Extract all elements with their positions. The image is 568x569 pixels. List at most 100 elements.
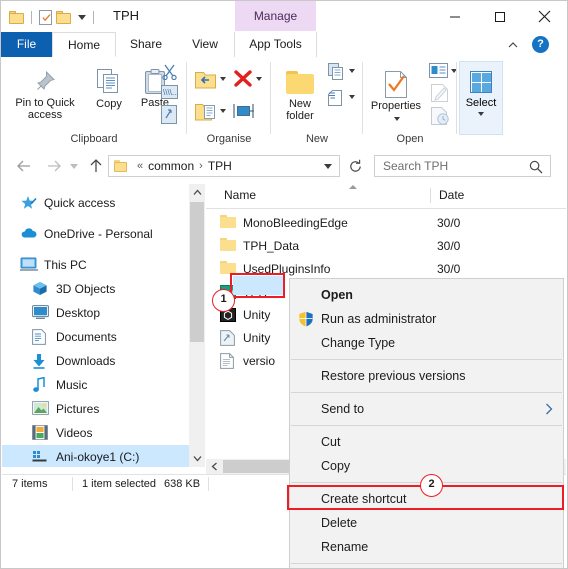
move-to-button[interactable] <box>195 69 217 92</box>
refresh-icon[interactable] <box>344 155 366 177</box>
column-divider[interactable] <box>430 188 431 203</box>
breadcrumb-chevron-down-icon[interactable] <box>324 164 332 169</box>
svg-text:\\\\...: \\\\... <box>163 88 178 97</box>
file-row-monobleedingedge[interactable]: MonoBleedingEdge 30/0 <box>206 212 566 234</box>
breadcrumb-item-common[interactable]: common <box>148 159 194 173</box>
easy-access-icon[interactable] <box>328 89 346 110</box>
easy-access-chevron-down-icon[interactable] <box>349 95 355 99</box>
scroll-left-icon[interactable] <box>206 459 222 474</box>
column-header-name[interactable]: Name <box>224 188 256 202</box>
tab-app-tools[interactable]: App Tools <box>234 32 317 57</box>
navigation-scrollbar[interactable] <box>189 184 205 467</box>
copy-button[interactable]: Copy <box>87 69 131 110</box>
folder-icon[interactable] <box>9 10 24 24</box>
navigation-scrollbar-thumb[interactable] <box>190 202 204 342</box>
tab-home[interactable]: Home <box>52 32 116 57</box>
pin-to-quick-access-button[interactable]: Pin to Quick access <box>7 69 83 121</box>
star-pin-icon <box>20 195 38 211</box>
chevron-down-icon[interactable] <box>78 14 86 20</box>
up-arrow-icon[interactable] <box>85 155 107 177</box>
sidebar-item-desktop[interactable]: Desktop <box>2 301 189 325</box>
sidebar-label: Desktop <box>56 306 101 320</box>
this-pc-icon <box>20 257 38 273</box>
window-controls <box>432 1 567 32</box>
minimize-icon[interactable] <box>432 1 477 32</box>
context-menu-item-restore-previous-versions[interactable]: Restore previous versions <box>290 364 563 388</box>
copy-to-chevron-down-icon[interactable] <box>220 109 226 113</box>
select-label: Select <box>465 97 497 109</box>
context-menu-label: Open <box>321 288 353 302</box>
breadcrumb[interactable]: « common › TPH <box>108 155 340 177</box>
properties-chevron-down-icon[interactable] <box>394 117 400 121</box>
close-icon[interactable] <box>522 1 567 32</box>
breadcrumb-item-tph[interactable]: TPH <box>208 159 232 173</box>
rename-button[interactable] <box>233 102 257 123</box>
sidebar-item-music[interactable]: Music <box>2 373 189 397</box>
context-menu-item-change-type[interactable]: Change Type <box>290 331 563 355</box>
properties-icon <box>384 71 408 98</box>
cut-icon[interactable] <box>161 63 178 83</box>
recent-locations-icon[interactable] <box>67 155 81 177</box>
sidebar-item-local-disk-c[interactable]: Ani-okoye1 (C:) <box>2 445 189 467</box>
divider-2 <box>93 10 94 24</box>
context-menu-item-run-as-administrator[interactable]: Run as administrator <box>290 307 563 331</box>
music-icon <box>32 376 50 393</box>
search-input[interactable]: Search TPH <box>374 155 551 177</box>
file-name: versio <box>243 354 276 368</box>
context-menu-separator <box>291 359 562 360</box>
sidebar-item-onedrive[interactable]: OneDrive - Personal <box>2 222 189 246</box>
file-date: 30/0 <box>437 216 461 230</box>
breadcrumb-overflow[interactable]: « <box>137 160 143 172</box>
copy-path-icon[interactable]: \\\\... <box>161 85 179 102</box>
context-menu-item-cut[interactable]: Cut <box>290 430 563 454</box>
tab-file[interactable]: File <box>1 32 52 57</box>
scroll-down-icon[interactable] <box>189 450 205 467</box>
context-menu-item-open[interactable]: Open <box>290 283 563 307</box>
delete-button[interactable] <box>233 69 253 91</box>
open-icon[interactable] <box>429 63 448 81</box>
context-menu-item-delete[interactable]: Delete <box>290 511 563 535</box>
paste-shortcut-icon[interactable] <box>161 105 177 127</box>
tab-view[interactable]: View <box>176 32 234 57</box>
scroll-up-icon[interactable] <box>189 184 205 201</box>
new-item-chevron-down-icon[interactable] <box>349 69 355 73</box>
shield-icon <box>298 311 314 327</box>
search-icon[interactable] <box>529 160 543 177</box>
sidebar-item-3d-objects[interactable]: 3D Objects <box>2 277 189 301</box>
tab-share[interactable]: Share <box>116 32 176 57</box>
help-icon[interactable]: ? <box>532 36 549 53</box>
collapse-ribbon-icon[interactable] <box>505 37 521 53</box>
back-arrow-icon[interactable] <box>13 155 35 177</box>
sidebar-item-this-pc[interactable]: This PC <box>2 253 189 277</box>
file-name: Unity <box>243 308 271 322</box>
sidebar-item-documents[interactable]: Documents <box>2 325 189 349</box>
new-folder-icon[interactable] <box>56 10 71 24</box>
sidebar-label: Downloads <box>56 354 116 368</box>
file-name: MonoBleedingEdge <box>243 216 348 230</box>
new-folder-button[interactable]: New folder <box>275 71 325 122</box>
properties-icon[interactable] <box>39 9 52 25</box>
downloads-icon <box>32 353 50 369</box>
sidebar-item-downloads[interactable]: Downloads <box>2 349 189 373</box>
select-chevron-down-icon[interactable] <box>478 112 484 116</box>
maximize-icon[interactable] <box>477 1 522 32</box>
delete-chevron-down-icon[interactable] <box>256 77 262 81</box>
context-menu-item-rename[interactable]: Rename <box>290 535 563 559</box>
sidebar-label: This PC <box>44 258 87 272</box>
context-menu-label: Copy <box>321 459 351 473</box>
new-item-icon[interactable] <box>328 63 346 84</box>
sidebar-item-quick-access[interactable]: Quick access <box>2 191 189 215</box>
file-date: 30/0 <box>437 239 461 253</box>
sidebar-item-pictures[interactable]: Pictures <box>2 397 189 421</box>
sidebar-item-videos[interactable]: Videos <box>2 421 189 445</box>
column-header-date[interactable]: Date <box>439 188 464 202</box>
file-row-tph-data[interactable]: TPH_Data 30/0 <box>206 235 566 257</box>
properties-button[interactable]: Properties <box>363 71 429 121</box>
ribbon-group-label-clipboard: Clipboard <box>70 133 118 145</box>
copy-to-button[interactable] <box>195 101 217 124</box>
pin-label-2: access <box>27 109 63 121</box>
move-to-chevron-down-icon[interactable] <box>220 77 226 81</box>
context-menu-item-send-to[interactable]: Send to <box>290 397 563 421</box>
forward-arrow-icon[interactable] <box>43 155 65 177</box>
select-button[interactable]: Select <box>459 61 503 135</box>
